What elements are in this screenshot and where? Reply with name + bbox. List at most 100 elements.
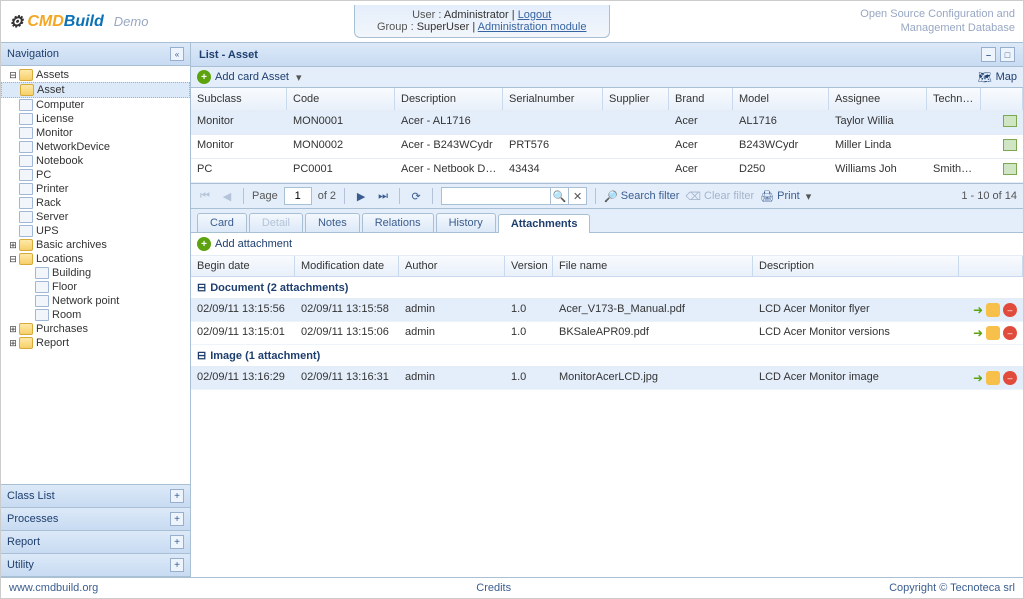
edit-icon[interactable] xyxy=(986,371,1000,385)
footer-credits[interactable]: Credits xyxy=(476,582,511,594)
tree-purchases[interactable]: ⊞Purchases xyxy=(1,322,190,336)
download-icon[interactable]: ➜ xyxy=(973,371,983,385)
download-icon[interactable]: ➜ xyxy=(973,303,983,317)
tab-relations[interactable]: Relations xyxy=(362,213,434,232)
att-col-version[interactable]: Version xyxy=(505,256,553,276)
attachment-row[interactable]: 02/09/11 13:15:5602/09/11 13:15:58admin1… xyxy=(191,299,1023,322)
tab-card[interactable]: Card xyxy=(197,213,247,232)
hierarchy-icon[interactable] xyxy=(1003,115,1017,127)
delete-icon[interactable]: – xyxy=(1003,303,1017,317)
grid-row[interactable]: MonitorMON0001Acer - AL1716AcerAL1716Tay… xyxy=(191,111,1023,135)
tree-assets[interactable]: ⊟Assets xyxy=(1,68,190,82)
add-card-button[interactable]: + Add card Asset xyxy=(197,70,302,84)
tab-history[interactable]: History xyxy=(436,213,496,232)
att-col-moddate[interactable]: Modification date xyxy=(295,256,399,276)
search-input[interactable] xyxy=(441,187,551,205)
clear-filter-icon: ⌫ xyxy=(685,190,701,203)
col-technical[interactable]: Technical re xyxy=(927,88,981,110)
delete-icon[interactable]: – xyxy=(1003,371,1017,385)
record-range: 1 - 10 of 14 xyxy=(961,190,1017,202)
nav-header: Navigation « xyxy=(1,43,190,66)
tree-computer[interactable]: Computer xyxy=(1,98,190,112)
edit-icon[interactable] xyxy=(986,326,1000,340)
panel-classlist[interactable]: Class List+ xyxy=(1,485,190,508)
page-input[interactable] xyxy=(284,187,312,205)
tree-license[interactable]: License xyxy=(1,112,190,126)
refresh-button[interactable]: ⟳ xyxy=(408,188,424,204)
panel-report[interactable]: Report+ xyxy=(1,531,190,554)
tree-ups[interactable]: UPS xyxy=(1,224,190,238)
attachment-row[interactable]: 02/09/11 13:15:0102/09/11 13:15:06admin1… xyxy=(191,322,1023,345)
tree-basicarchives[interactable]: ⊞Basic archives xyxy=(1,238,190,252)
add-attachment-button[interactable]: + Add attachment xyxy=(197,237,292,251)
tree-server[interactable]: Server xyxy=(1,210,190,224)
logo: ⚙ CMDBuild xyxy=(9,12,104,32)
tree-building[interactable]: Building xyxy=(1,266,190,280)
logout-link[interactable]: Logout xyxy=(518,9,552,21)
detail-tabs: Card Detail Notes Relations History Atta… xyxy=(191,209,1023,233)
hierarchy-icon[interactable] xyxy=(1003,163,1017,175)
tree-networkdevice[interactable]: NetworkDevice xyxy=(1,140,190,154)
tree-notebook[interactable]: Notebook xyxy=(1,154,190,168)
app-header: ⚙ CMDBuild Demo User : Administrator | L… xyxy=(1,1,1023,43)
hierarchy-icon[interactable] xyxy=(1003,139,1017,151)
tree-monitor[interactable]: Monitor xyxy=(1,126,190,140)
col-model[interactable]: Model xyxy=(733,88,829,110)
edit-icon[interactable] xyxy=(986,303,1000,317)
col-code[interactable]: Code xyxy=(287,88,395,110)
att-col-desc[interactable]: Description xyxy=(753,256,959,276)
tab-attachments[interactable]: Attachments xyxy=(498,214,591,233)
grid-row[interactable]: PCPC0001Acer - Netbook D25043434AcerD250… xyxy=(191,159,1023,183)
search-clear-button[interactable]: ✕ xyxy=(569,187,587,205)
panel-processes[interactable]: Processes+ xyxy=(1,508,190,531)
tree-rack[interactable]: Rack xyxy=(1,196,190,210)
maximize-button[interactable]: □ xyxy=(1000,47,1015,62)
tree-asset[interactable]: Asset xyxy=(1,82,190,98)
delete-icon[interactable]: – xyxy=(1003,326,1017,340)
download-icon[interactable]: ➜ xyxy=(973,326,983,340)
att-col-begindate[interactable]: Begin date xyxy=(191,256,295,276)
search-filter-button[interactable]: 🔎Search filter xyxy=(604,190,679,203)
att-col-author[interactable]: Author xyxy=(399,256,505,276)
next-page-button[interactable]: ▶ xyxy=(353,188,369,204)
clear-filter-button[interactable]: ⌫Clear filter xyxy=(685,190,754,203)
tree-floor[interactable]: Floor xyxy=(1,280,190,294)
col-supplier[interactable]: Supplier xyxy=(603,88,669,110)
plus-icon: + xyxy=(197,70,211,84)
group-image[interactable]: ⊟Image (1 attachment) xyxy=(191,345,1023,367)
map-button[interactable]: 🗺 Map xyxy=(978,71,1017,84)
col-serial[interactable]: Serialnumber xyxy=(503,88,603,110)
filter-icon: 🔎 xyxy=(604,190,618,203)
first-page-button[interactable]: ⏮ xyxy=(197,188,213,204)
print-button[interactable]: 🖨Print xyxy=(760,190,811,203)
admin-module-link[interactable]: Administration module xyxy=(478,21,587,33)
footer-url[interactable]: www.cmdbuild.org xyxy=(9,582,98,594)
prev-page-button[interactable]: ◀ xyxy=(219,188,235,204)
tree-networkpoint[interactable]: Network point xyxy=(1,294,190,308)
map-icon: 🗺 xyxy=(978,71,992,84)
col-description[interactable]: Description xyxy=(395,88,503,110)
tree-printer[interactable]: Printer xyxy=(1,182,190,196)
asset-grid: Subclass Code Description Serialnumber S… xyxy=(191,88,1023,184)
panel-utility[interactable]: Utility+ xyxy=(1,554,190,577)
col-assignee[interactable]: Assignee xyxy=(829,88,927,110)
minimize-button[interactable]: – xyxy=(981,47,996,62)
tree-report[interactable]: ⊞Report xyxy=(1,336,190,350)
tree-room[interactable]: Room xyxy=(1,308,190,322)
group-document[interactable]: ⊟Document (2 attachments) xyxy=(191,277,1023,299)
last-page-button[interactable]: ⏭ xyxy=(375,188,391,204)
search-button[interactable]: 🔍 xyxy=(551,187,569,205)
col-brand[interactable]: Brand xyxy=(669,88,733,110)
att-col-filename[interactable]: File name xyxy=(553,256,753,276)
nav-collapse-button[interactable]: « xyxy=(170,47,184,61)
grid-row[interactable]: MonitorMON0002Acer - B243WCydrPRT576Acer… xyxy=(191,135,1023,159)
nav-tree: ⊟Assets Asset Computer License Monitor N… xyxy=(1,66,190,484)
tab-detail: Detail xyxy=(249,213,303,232)
user-pill: User : Administrator | Logout Group : Su… xyxy=(354,5,610,38)
tab-notes[interactable]: Notes xyxy=(305,213,360,232)
col-subclass[interactable]: Subclass xyxy=(191,88,287,110)
content-header: List - Asset – □ xyxy=(191,43,1023,67)
attachment-row[interactable]: 02/09/11 13:16:2902/09/11 13:16:31admin1… xyxy=(191,367,1023,390)
tree-pc[interactable]: PC xyxy=(1,168,190,182)
tree-locations[interactable]: ⊟Locations xyxy=(1,252,190,266)
